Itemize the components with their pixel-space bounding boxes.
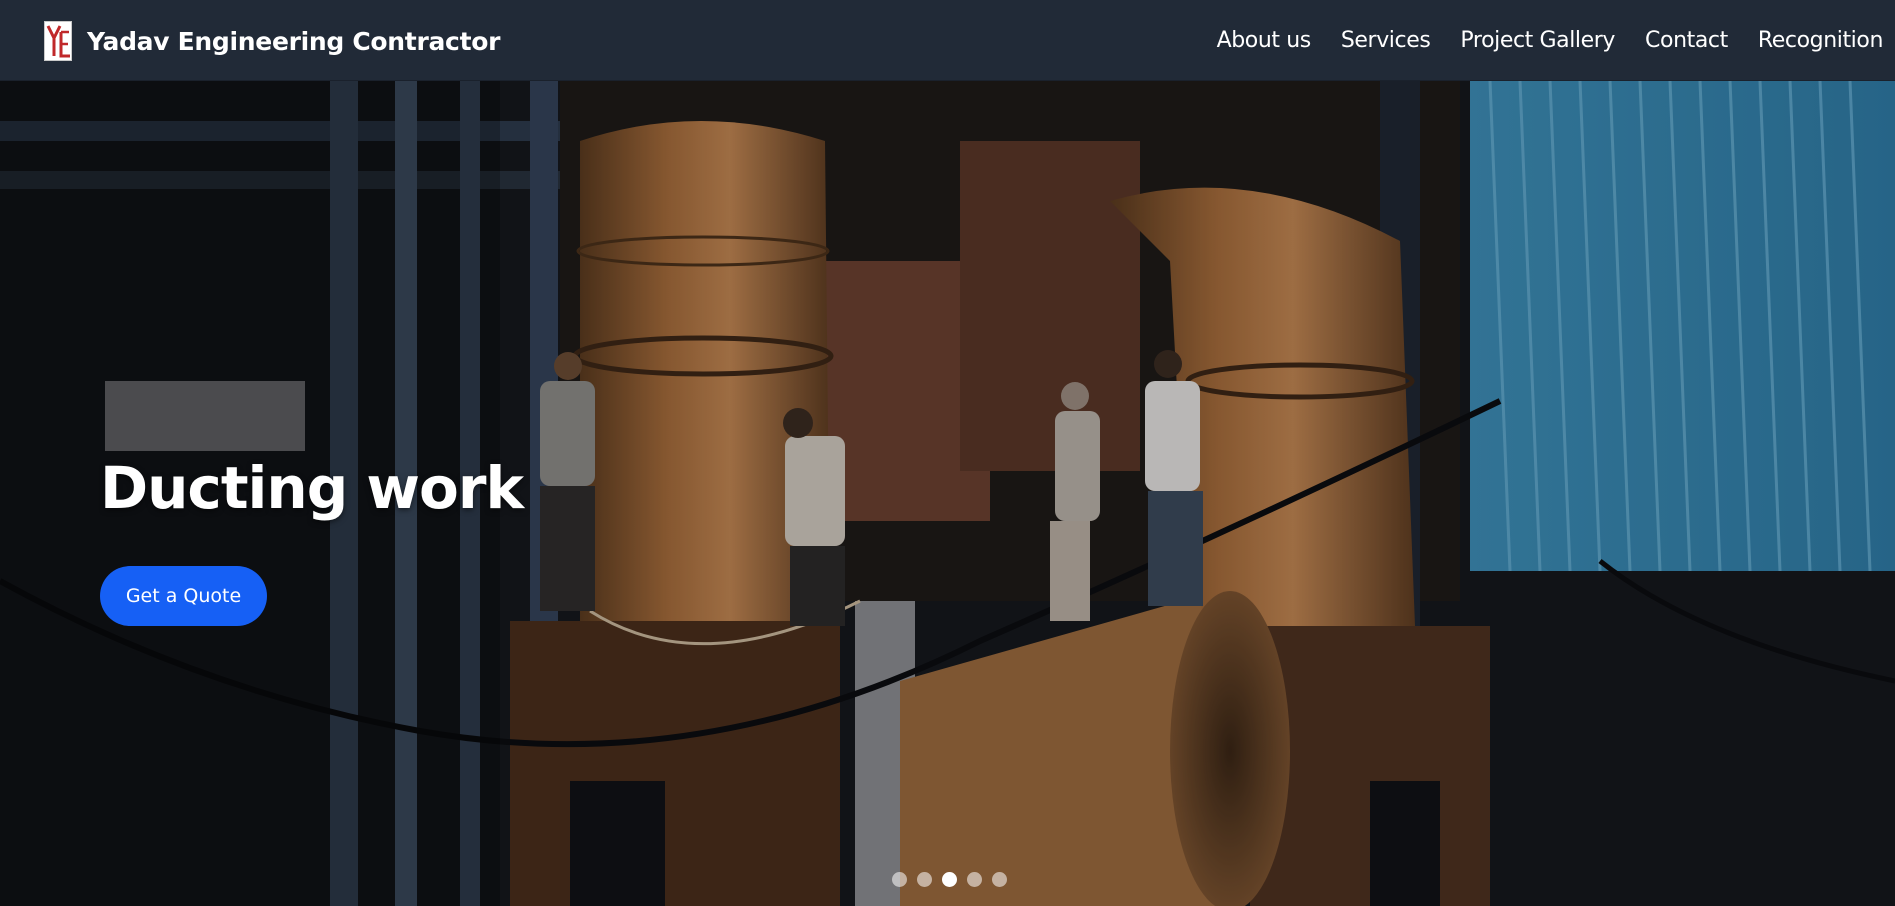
hero-title: Ducting work [100, 454, 524, 522]
main-nav: About us Services Project Gallery Contac… [1187, 0, 1884, 81]
brand[interactable]: Yadav Engineering Contractor [44, 21, 500, 61]
nav-link-project-gallery[interactable]: Project Gallery [1460, 28, 1615, 53]
carousel-dot-2[interactable] [917, 872, 932, 887]
brand-name[interactable]: Yadav Engineering Contractor [87, 27, 500, 56]
nav-link-recognition[interactable]: Recognition [1758, 28, 1884, 53]
carousel-indicators [892, 872, 1017, 887]
nav-link-services[interactable]: Services [1341, 28, 1431, 53]
carousel-dot-1[interactable] [892, 872, 907, 887]
hero-carousel: Ducting work Get a Quote [0, 81, 1895, 906]
nav-link-contact[interactable]: Contact [1645, 28, 1728, 53]
company-logo[interactable] [44, 21, 72, 61]
carousel-dot-3[interactable] [942, 872, 957, 887]
navbar: Yadav Engineering Contractor About us Se… [0, 0, 1895, 81]
carousel-dot-4[interactable] [967, 872, 982, 887]
nav-link-about-us[interactable]: About us [1217, 28, 1312, 53]
get-a-quote-button[interactable]: Get a Quote [100, 566, 267, 626]
carousel-dot-5[interactable] [992, 872, 1007, 887]
